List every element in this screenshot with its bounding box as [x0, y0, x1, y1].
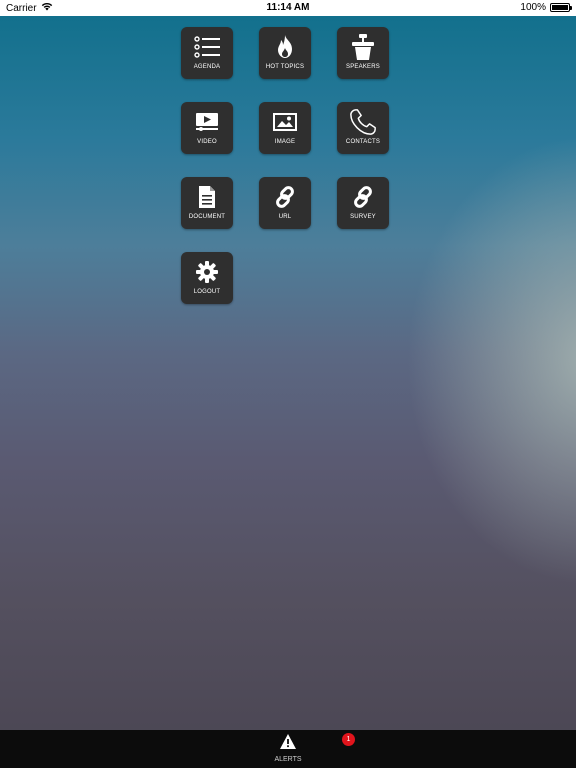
video-icon	[193, 109, 221, 135]
status-time: 11:14 AM	[266, 2, 310, 13]
document-button[interactable]: DOCUMENT	[181, 177, 233, 229]
url-label: URL	[278, 214, 292, 220]
warning-icon	[280, 734, 296, 754]
tab-bar: ALERTS 1	[0, 730, 576, 768]
podium-icon	[349, 34, 377, 60]
speakers-button[interactable]: SPEAKERS	[337, 27, 389, 79]
phone-icon	[349, 109, 377, 135]
list-icon	[193, 34, 221, 60]
link-icon	[349, 184, 377, 210]
battery-percent: 100%	[520, 2, 546, 13]
app-screen: Carrier 11:14 AM 100% AGENDA HOT TOPICS …	[0, 0, 576, 768]
agenda-label: AGENDA	[193, 64, 221, 70]
url-button[interactable]: URL	[259, 177, 311, 229]
status-bar: Carrier 11:14 AM 100%	[0, 0, 576, 16]
alerts-label: ALERTS	[274, 756, 302, 763]
survey-label: SURVEY	[350, 214, 376, 220]
document-icon	[193, 184, 221, 210]
survey-button[interactable]: SURVEY	[337, 177, 389, 229]
status-right: 100%	[520, 2, 572, 13]
hot-topics-label: HOT TOPICS	[265, 64, 305, 70]
agenda-button[interactable]: AGENDA	[181, 27, 233, 79]
gear-icon	[193, 259, 221, 285]
image-button[interactable]: IMAGE	[259, 102, 311, 154]
logout-button[interactable]: LOGOUT	[181, 252, 233, 304]
hot-topics-button[interactable]: HOT TOPICS	[259, 27, 311, 79]
video-button[interactable]: VIDEO	[181, 102, 233, 154]
document-label: DOCUMENT	[188, 214, 226, 220]
image-icon	[271, 109, 299, 135]
logout-label: LOGOUT	[193, 289, 221, 295]
battery-icon	[550, 3, 572, 12]
alerts-badge: 1	[342, 733, 355, 746]
link-icon	[271, 184, 299, 210]
flame-icon	[271, 34, 299, 60]
speakers-label: SPEAKERS	[346, 64, 380, 70]
contacts-button[interactable]: CONTACTS	[337, 102, 389, 154]
image-label: IMAGE	[274, 139, 296, 145]
video-label: VIDEO	[197, 139, 217, 145]
contacts-label: CONTACTS	[345, 139, 381, 145]
tab-alerts[interactable]: ALERTS	[268, 734, 308, 766]
